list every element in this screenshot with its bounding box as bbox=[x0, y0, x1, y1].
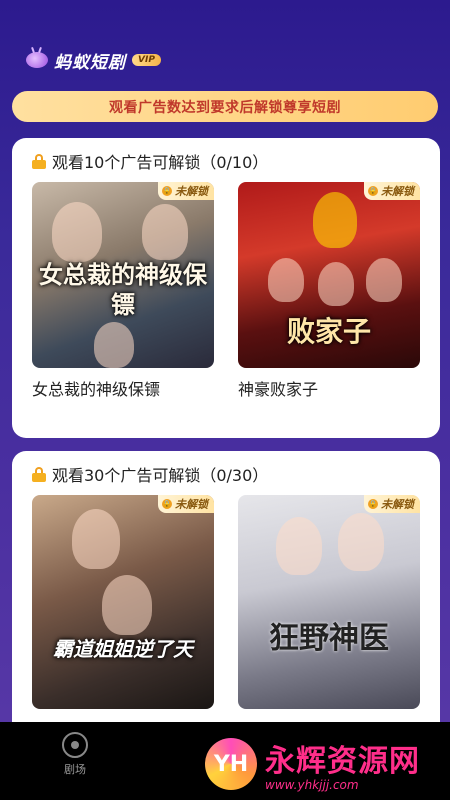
section-title: 观看30个广告可解锁（0/30） bbox=[52, 466, 269, 485]
drama-poster[interactable]: 女总裁的神级保镖 🔒 未解锁 bbox=[32, 182, 214, 368]
locked-label: 未解锁 bbox=[381, 185, 414, 198]
locked-badge: 🔒 未解锁 bbox=[158, 495, 214, 513]
drama-title[interactable]: 女总裁的神级保镖 bbox=[32, 376, 214, 399]
poster-title: 狂野神医 bbox=[269, 621, 389, 656]
unlock-section-30-ads: 观看30个广告可解锁（0/30） 霸道姐姐逆了天 🔒 未解锁 我的霸道姐姐逆 狂… bbox=[12, 451, 440, 741]
watermark: YH 永辉资源网 www.yhkjjj.com bbox=[205, 736, 420, 792]
drama-card-list: 霸道姐姐逆了天 🔒 未解锁 我的霸道姐姐逆 狂野神医 🔒 未解锁 狂野小神医 bbox=[32, 495, 422, 740]
locked-label: 未解锁 bbox=[175, 498, 208, 511]
tab-theater[interactable]: 剧场 bbox=[0, 732, 150, 777]
ant-logo-icon bbox=[26, 52, 48, 68]
section-header: 观看30个广告可解锁（0/30） bbox=[32, 463, 422, 485]
locked-badge: 🔒 未解锁 bbox=[364, 182, 420, 200]
app-name: 蚂蚁短剧 bbox=[54, 52, 126, 73]
lock-icon bbox=[32, 467, 46, 482]
drama-poster[interactable]: 败家子 🔒 未解锁 bbox=[238, 182, 420, 368]
locked-badge: 🔒 未解锁 bbox=[158, 182, 214, 200]
lock-icon: 🔒 bbox=[368, 186, 378, 196]
lock-icon bbox=[32, 154, 46, 169]
app-header: 蚂蚁短剧 VIP bbox=[0, 0, 450, 90]
drama-poster[interactable]: 狂野神医 🔒 未解锁 bbox=[238, 495, 420, 709]
locked-label: 未解锁 bbox=[175, 185, 208, 198]
brand: 蚂蚁短剧 VIP bbox=[26, 48, 161, 73]
lock-icon: 🔒 bbox=[162, 499, 172, 509]
drama-card[interactable]: 女总裁的神级保镖 🔒 未解锁 女总裁的神级保镖 bbox=[32, 182, 214, 399]
drama-card[interactable]: 败家子 🔒 未解锁 神豪败家子 bbox=[238, 182, 420, 399]
drama-title[interactable]: 神豪败家子 bbox=[238, 376, 420, 399]
watermark-logo: YH bbox=[205, 738, 257, 790]
drama-card[interactable]: 霸道姐姐逆了天 🔒 未解锁 我的霸道姐姐逆 bbox=[32, 495, 214, 740]
unlock-section-10-ads: 观看10个广告可解锁（0/10） 女总裁的神级保镖 🔒 未解锁 女总裁的神级保镖 bbox=[12, 138, 440, 438]
section-title: 观看10个广告可解锁（0/10） bbox=[52, 153, 269, 172]
locked-label: 未解锁 bbox=[381, 498, 414, 511]
vip-badge: VIP bbox=[132, 54, 161, 66]
watermark-text: 永辉资源网 www.yhkjjj.com bbox=[265, 736, 420, 792]
lock-icon: 🔒 bbox=[368, 499, 378, 509]
film-reel-icon bbox=[62, 732, 88, 758]
poster-title: 女总裁的神级保镖 bbox=[39, 261, 207, 319]
drama-card[interactable]: 狂野神医 🔒 未解锁 狂野小神医 bbox=[238, 495, 420, 740]
drama-card-list: 女总裁的神级保镖 🔒 未解锁 女总裁的神级保镖 败家子 🔒 未解锁 神豪败家子 bbox=[32, 182, 422, 399]
tab-label: 剧场 bbox=[64, 763, 86, 776]
poster-title: 霸道姐姐逆了天 bbox=[53, 637, 193, 661]
lock-icon: 🔒 bbox=[162, 186, 172, 196]
watermark-url: www.yhkjjj.com bbox=[265, 778, 359, 792]
poster-title: 败家子 bbox=[286, 315, 371, 348]
section-header: 观看10个广告可解锁（0/10） bbox=[32, 150, 422, 172]
unlock-hint-banner[interactable]: 观看广告数达到要求后解锁尊享短剧 bbox=[12, 91, 438, 122]
watermark-name: 永辉资源网 bbox=[265, 744, 420, 779]
locked-badge: 🔒 未解锁 bbox=[364, 495, 420, 513]
drama-poster[interactable]: 霸道姐姐逆了天 🔒 未解锁 bbox=[32, 495, 214, 709]
